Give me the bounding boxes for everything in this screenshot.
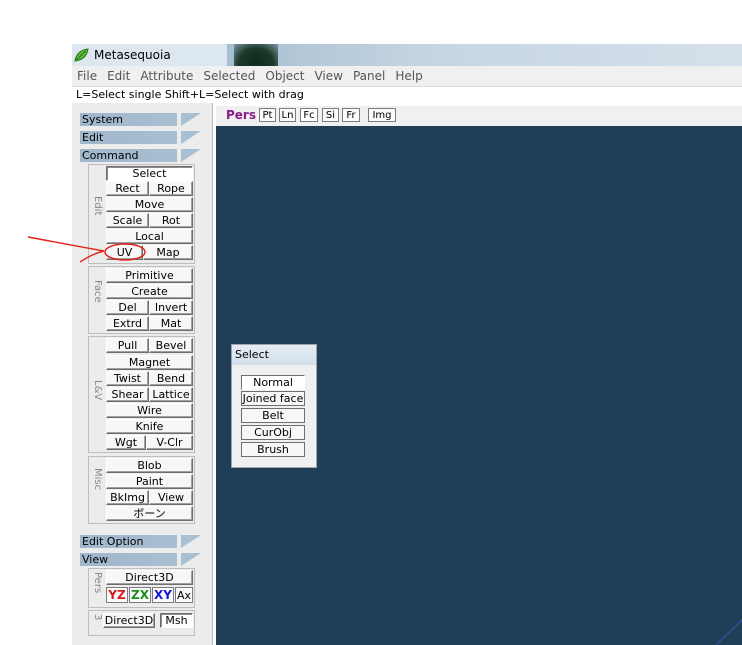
red-arrow-annotation	[27, 236, 146, 263]
